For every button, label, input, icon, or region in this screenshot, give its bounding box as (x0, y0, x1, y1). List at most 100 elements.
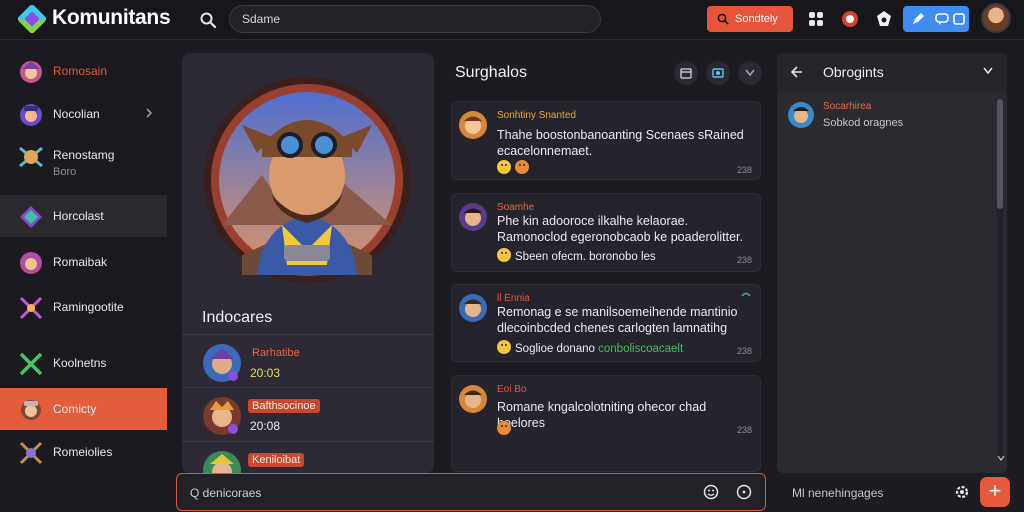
sidebar-item-label: Renostamg (53, 148, 115, 162)
profile-heading: Indocares (202, 309, 273, 326)
message-reactions[interactable] (497, 160, 533, 175)
calendar-icon (680, 68, 692, 79)
search-input[interactable]: Sdame (229, 5, 601, 33)
message-avatar (459, 203, 487, 231)
sidebar-item-label: Ramingootite (53, 300, 124, 314)
settings-icon[interactable] (874, 9, 894, 29)
gear-icon[interactable] (953, 483, 971, 501)
record-button-label: Sondtely (735, 13, 778, 25)
message-reactions[interactable]: Soglioe donano conboliscoacaelt (497, 340, 683, 355)
member-row[interactable]: Keniloibat (182, 445, 434, 473)
app-title: Komunitans (52, 6, 171, 29)
member-row[interactable]: Bafthsocinoe 20:08 (182, 391, 434, 443)
calendar-button[interactable] (674, 61, 698, 85)
emoji-icon (497, 248, 511, 262)
record-button[interactable]: Sondtely (707, 6, 793, 32)
notification-icon[interactable] (840, 9, 860, 29)
member-name: Rarhatibe (252, 347, 300, 359)
right-panel-input[interactable]: Ml nenehingages (778, 474, 978, 510)
chat-message[interactable]: Eoi Bo Romane kngalcolotniting ohecor ch… (451, 375, 761, 472)
link-icon[interactable] (740, 291, 752, 301)
entry-name: Socarhirea (823, 101, 872, 112)
scroll-down-icon[interactable] (997, 455, 1005, 461)
chat-message[interactable]: Soamhe Phe kin adooroce ilkalhe kelaorae… (451, 193, 761, 272)
sidebar-item-label: Comicty (53, 402, 97, 416)
member-time: 20:03 (250, 366, 281, 380)
sidebar-item-label: Romaibak (53, 255, 108, 269)
divider (182, 387, 434, 388)
sidebar-item-8[interactable]: Romeiolies (0, 431, 167, 473)
message-body: Romane kngalcolotniting ohecor chad hoel… (497, 400, 707, 430)
sidebar-item-6[interactable]: Koolnetns (0, 342, 167, 384)
more-options-icon[interactable] (736, 484, 752, 500)
chevron-right-icon[interactable] (144, 108, 154, 118)
emoji-picker-icon[interactable] (703, 484, 719, 500)
message-time: 238 (736, 255, 752, 265)
right-panel: Obrogints Socarhirea Sobkod oragnes (777, 53, 1007, 473)
member-name: Keniloibat (248, 453, 305, 467)
sidebar-item-5[interactable]: Ramingootite (0, 286, 167, 328)
sidebar-item-2[interactable]: Renostamg Boro (0, 136, 167, 188)
chat-message[interactable]: ll Ennia Remonag e se manilsoemeihende m… (451, 284, 761, 362)
community-icon[interactable] (806, 9, 826, 29)
right-panel-header: Obrogints (777, 53, 1007, 91)
message-avatar (459, 111, 487, 139)
right-panel-title: Obrogints (823, 64, 884, 80)
sidebar-item-0[interactable]: Romosain (0, 50, 167, 92)
reaction-text: Soglioe donano (515, 343, 595, 355)
sidebar-item-3[interactable]: Horcolast (0, 195, 167, 237)
member-row[interactable]: Rarhatibe 20:03 (182, 338, 434, 390)
sidebar-item-4[interactable]: Romaibak (0, 241, 167, 283)
member-avatar (203, 344, 241, 382)
sidebar-item-label: Horcolast (53, 209, 104, 223)
crossed-blades-icon (19, 352, 43, 376)
warrior-icon (20, 104, 42, 126)
add-button[interactable]: + (980, 477, 1010, 507)
image-button[interactable] (706, 61, 730, 85)
sword-icon (19, 296, 43, 320)
hero-icon (20, 252, 42, 274)
sidebar-item-7[interactable]: Comicty (0, 388, 167, 430)
window-icon (953, 13, 965, 25)
message-avatar (459, 385, 487, 413)
chat-icon (935, 13, 949, 25)
record-icon (717, 13, 729, 25)
mage-icon (20, 61, 42, 83)
message-time: 238 (736, 165, 752, 175)
message-time: 238 (736, 425, 752, 435)
message-reactions[interactable] (497, 421, 515, 436)
logo-icon[interactable] (16, 3, 48, 35)
sidebar-item-sub: Boro (53, 166, 77, 178)
guild-icon (19, 441, 43, 465)
sidebar: Romosain Nocolian Renostamg Boro Horcola… (0, 41, 167, 512)
ranger-icon (19, 146, 43, 168)
sidebar-item-label: Romeiolies (53, 445, 113, 459)
message-avatar (459, 294, 487, 322)
sidebar-item-label: Nocolian (53, 107, 100, 121)
sidebar-item-1[interactable]: Nocolian (0, 93, 167, 135)
search-icon[interactable] (199, 11, 217, 29)
chevron-down-icon[interactable] (983, 67, 993, 75)
collapse-button[interactable] (738, 61, 762, 85)
image-icon (712, 68, 724, 78)
chat-title: Surghalos (455, 64, 528, 81)
user-avatar[interactable] (981, 3, 1011, 33)
scrollbar-thumb[interactable] (997, 99, 1003, 209)
top-bar: Komunitans Sdame Sondtely (0, 0, 1024, 40)
message-author: Sonhtiny Snanted (497, 110, 576, 121)
divider (182, 334, 434, 335)
hero-portrait-image[interactable] (202, 75, 412, 285)
plus-icon: + (988, 478, 1002, 503)
chat-message[interactable]: Sonhtiny Snanted Thahe boostonbanoanting… (451, 101, 761, 180)
emoji-icon (515, 160, 529, 174)
back-arrow-icon[interactable] (789, 65, 803, 79)
message-composer[interactable]: Q denicoraes (176, 473, 766, 511)
emoji-icon (497, 160, 511, 174)
messages-button[interactable] (903, 6, 969, 32)
chevron-down-icon (745, 69, 755, 77)
message-author: Eoi Bo (497, 384, 527, 395)
entry-avatar (788, 102, 814, 128)
message-body: Phe kin adooroce ilkalhe kelaorae. Ramon… (497, 214, 744, 244)
scrollbar[interactable] (997, 99, 1003, 459)
message-reactions[interactable]: Sbeen ofecm. boronobo les (497, 248, 656, 263)
